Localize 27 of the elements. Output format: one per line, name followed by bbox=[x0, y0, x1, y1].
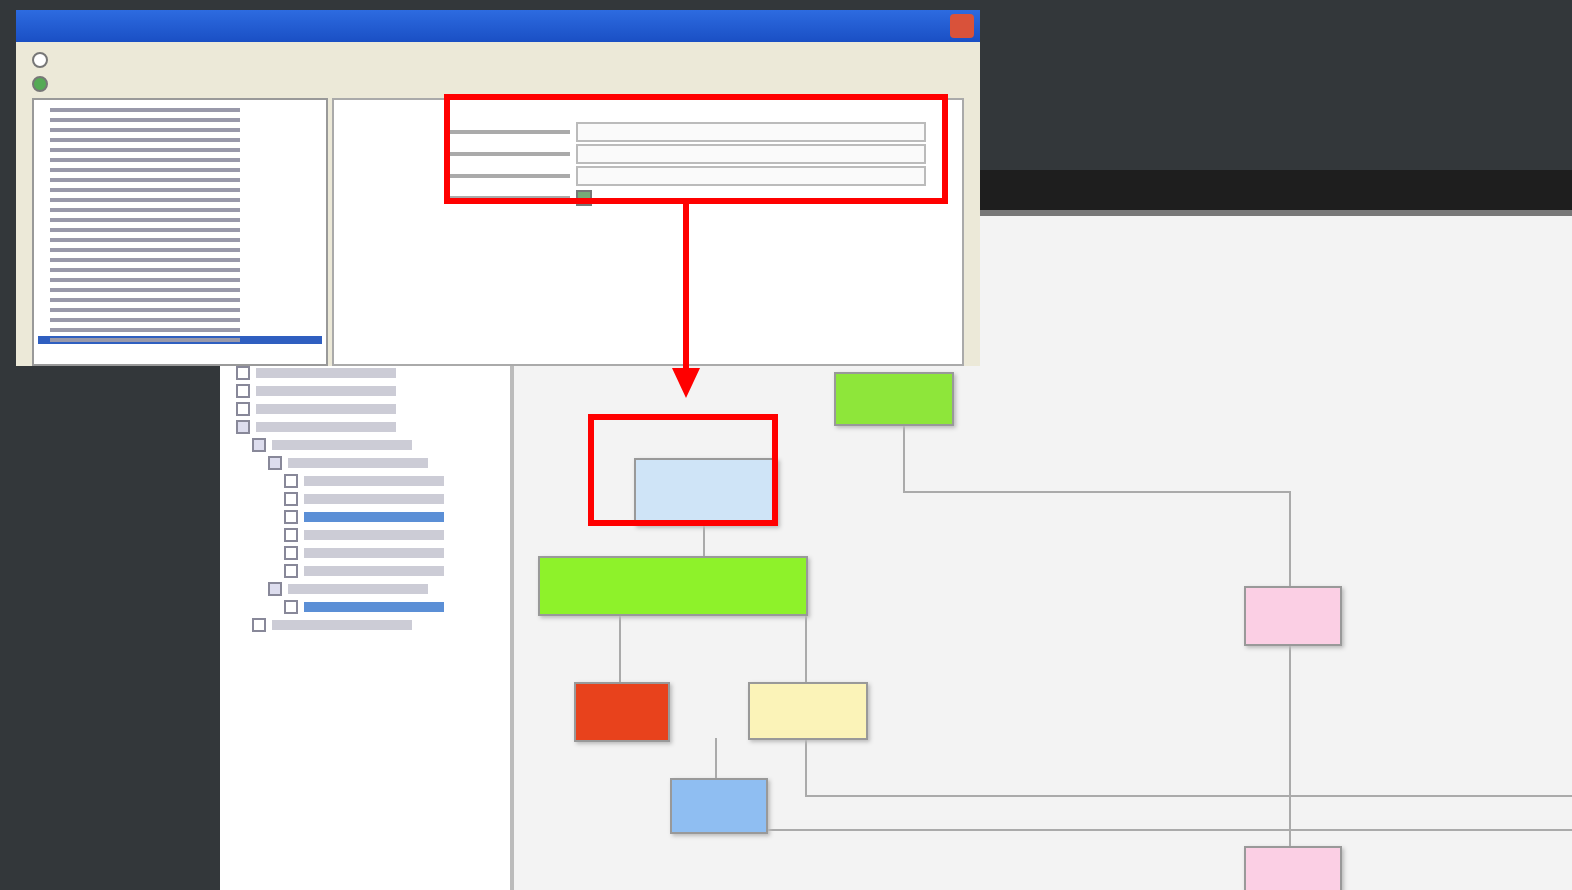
radio-button[interactable] bbox=[32, 51, 48, 67]
dropdown[interactable] bbox=[576, 166, 926, 186]
radio-button[interactable] bbox=[32, 75, 48, 91]
expander-icon[interactable] bbox=[268, 456, 282, 470]
list-item[interactable] bbox=[38, 336, 322, 344]
expander-icon[interactable] bbox=[268, 582, 282, 596]
flow-node[interactable] bbox=[538, 556, 808, 616]
expander-icon[interactable] bbox=[252, 618, 266, 632]
input-field[interactable] bbox=[576, 122, 926, 142]
flow-node[interactable] bbox=[834, 372, 954, 426]
expander-icon[interactable] bbox=[236, 384, 250, 398]
expander-icon[interactable] bbox=[284, 510, 298, 524]
flow-node[interactable] bbox=[670, 778, 768, 834]
flow-node[interactable] bbox=[574, 682, 670, 742]
expander-icon[interactable] bbox=[284, 474, 298, 488]
flow-node[interactable] bbox=[748, 682, 868, 740]
expander-icon[interactable] bbox=[284, 564, 298, 578]
flow-node[interactable] bbox=[1244, 586, 1342, 646]
expander-icon[interactable] bbox=[236, 420, 250, 434]
expander-icon[interactable] bbox=[284, 528, 298, 542]
expander-icon[interactable] bbox=[236, 366, 250, 380]
expander-icon[interactable] bbox=[284, 546, 298, 560]
dropdown[interactable] bbox=[576, 144, 926, 164]
expander-icon[interactable] bbox=[284, 600, 298, 614]
expander-icon[interactable] bbox=[236, 402, 250, 416]
expander-icon[interactable] bbox=[284, 492, 298, 506]
expander-icon[interactable] bbox=[252, 438, 266, 452]
